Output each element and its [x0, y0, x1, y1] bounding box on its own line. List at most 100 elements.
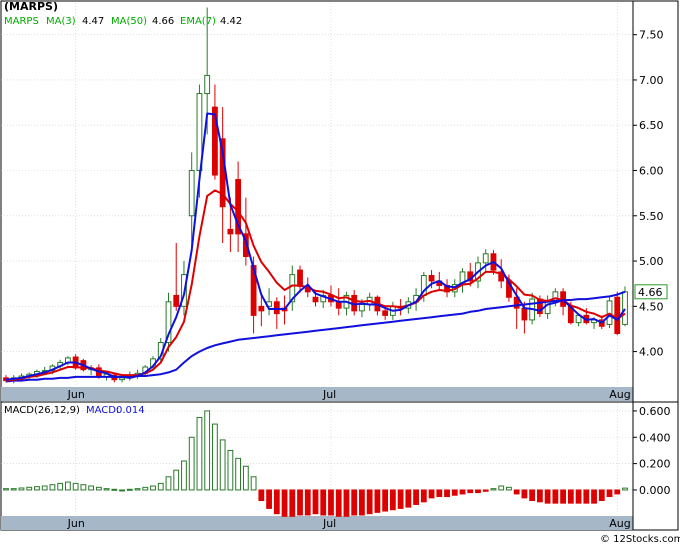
macd-bar	[389, 489, 396, 511]
macd-bar	[552, 489, 559, 504]
macd-bar	[529, 489, 536, 502]
macd-bar	[3, 488, 9, 491]
chart-title: (MARPS)	[4, 0, 58, 13]
macd-bar	[57, 482, 64, 491]
macd-bar	[173, 469, 180, 491]
price-y-tick-label: 4.00	[639, 346, 664, 359]
macd-bar	[289, 489, 296, 517]
macd-bar	[382, 489, 389, 512]
price-y-tick-label: 5.00	[639, 255, 664, 268]
macd-bar	[188, 436, 195, 491]
macd-y-tick-label: 0.400	[639, 431, 671, 444]
candle-body	[173, 294, 180, 307]
macd-bar	[374, 489, 381, 513]
macd-x-tick-label: Aug	[609, 517, 630, 530]
macd-bar	[95, 486, 102, 491]
macd-bar	[181, 460, 187, 491]
macd-bar	[567, 489, 574, 504]
macd-bar	[157, 482, 164, 491]
macd-bar	[444, 489, 450, 498]
macd-bar	[134, 488, 141, 491]
macd-bar	[34, 486, 40, 491]
macd-bar	[506, 486, 512, 491]
macd-bar	[413, 489, 419, 505]
macd-bar	[405, 489, 412, 508]
macd-bar	[103, 488, 110, 491]
macd-bar	[242, 465, 249, 491]
price-x-tick-label: Aug	[609, 388, 630, 401]
macd-bar	[258, 489, 265, 502]
macd-bar	[560, 489, 566, 504]
macd-bar	[544, 489, 551, 504]
macd-bar	[320, 489, 327, 516]
legend-ema7-label: EMA(7)	[180, 16, 216, 27]
macd-bar	[366, 489, 373, 515]
candle-body	[258, 305, 265, 312]
macd-params: MACD(26,12,9)	[4, 405, 80, 416]
macd-bar	[583, 489, 590, 504]
price-y-tick-label: 4.50	[639, 300, 664, 313]
macd-bar	[297, 489, 303, 516]
price-xaxis-band	[1, 387, 633, 401]
macd-bar	[328, 489, 334, 516]
macd-y-tick-label: 0.200	[639, 458, 671, 471]
macd-bar	[26, 486, 33, 491]
last-price-marker: 4.66	[634, 284, 668, 300]
macd-bar	[428, 489, 435, 499]
macd-bar	[126, 488, 133, 491]
macd-legend: MACD(26,12,9) MACD: 0.014	[4, 405, 145, 416]
candle-body	[119, 377, 125, 381]
macd-x-tick-label: Jul	[322, 517, 336, 530]
macd-bar	[598, 489, 605, 502]
macd-bar	[65, 481, 71, 491]
macd-bar	[622, 487, 628, 491]
candle-body	[273, 301, 280, 315]
chart-canvas: (MARPS) MARPS MA(3) 4.47 MA(50) 4.66 EMA…	[0, 0, 680, 546]
candle-body	[312, 296, 319, 303]
macd-bar	[196, 416, 203, 491]
macd-bar	[591, 489, 597, 504]
macd-bar	[614, 489, 621, 495]
candle-body	[227, 228, 234, 235]
macd-bar	[513, 489, 520, 495]
macd-bar	[219, 439, 226, 491]
candle-body	[188, 170, 195, 217]
macd-bar	[273, 489, 280, 515]
macd-bar	[150, 485, 156, 491]
macd-bar	[475, 489, 481, 494]
macd-bar	[10, 488, 17, 491]
macd-bar	[490, 488, 497, 491]
stock-chart: (MARPS) MARPS MA(3) 4.47 MA(50) 4.66 EMA…	[0, 0, 680, 546]
macd-bar	[72, 482, 79, 491]
legend-symbol: MARPS	[4, 16, 39, 27]
legend-ma3-value: 4.47	[82, 16, 104, 27]
macd-y-tick-label: 0.600	[639, 405, 671, 418]
macd-bar	[359, 489, 365, 516]
candle-body	[297, 269, 303, 287]
macd-bar	[111, 488, 118, 491]
macd-bar	[482, 489, 489, 492]
candle-body	[614, 296, 621, 334]
macd-bar	[606, 489, 613, 498]
macd-bar	[235, 457, 242, 491]
macd-x-tick-label: Jun	[67, 517, 85, 530]
macd-bar	[304, 489, 311, 516]
macd-value: 0.014	[116, 405, 145, 416]
price-x-tick-label: Jun	[67, 388, 85, 401]
price-y-tick-label: 5.50	[639, 210, 664, 223]
macd-bar	[536, 489, 543, 503]
macd-y-tick-label: 0.000	[639, 484, 671, 497]
price-x-tick-label: Jul	[322, 388, 336, 401]
price-y-tick-label: 6.50	[639, 119, 664, 132]
macd-xaxis-band	[1, 516, 633, 530]
chart-background	[0, 0, 680, 546]
macd-bar	[142, 486, 149, 491]
macd-bar	[459, 489, 466, 495]
candle-body	[204, 74, 211, 95]
macd-bar	[335, 489, 342, 517]
macd-label: MACD:	[86, 405, 119, 416]
macd-bar	[250, 476, 257, 491]
macd-bar	[498, 485, 505, 491]
macd-bar	[436, 489, 443, 498]
price-y-tick-label: 6.00	[639, 165, 664, 178]
